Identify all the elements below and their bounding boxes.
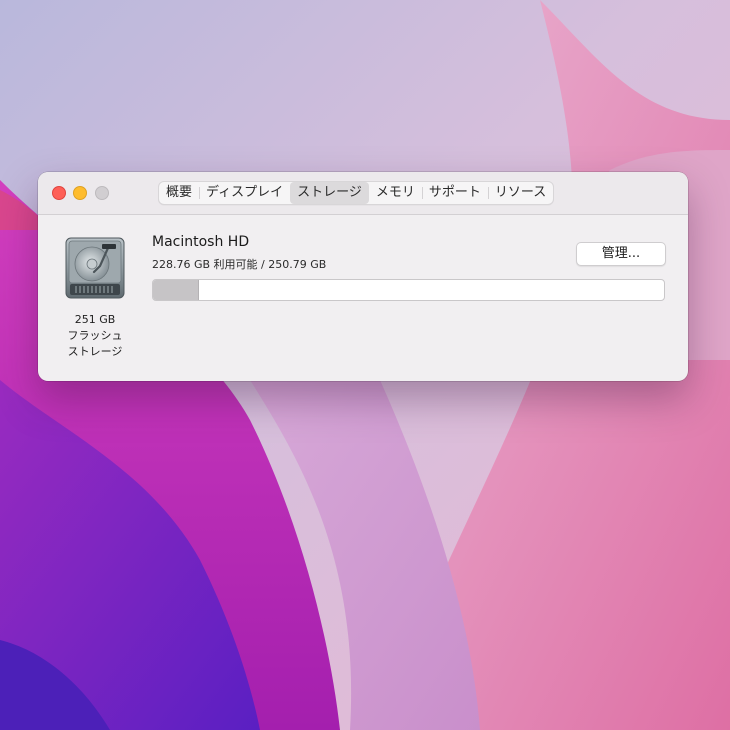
tab-storage[interactable]: ストレージ — [290, 182, 369, 204]
tab-displays[interactable]: ディスプレイ — [199, 182, 290, 204]
volume-availability: 228.76 GB 利用可能 / 250.79 GB — [152, 258, 327, 271]
volume-name: Macintosh HD — [152, 234, 250, 250]
about-this-mac-window: 概要 ディスプレイ ストレージ メモリ サポート リソース 251 GB フラッ… — [38, 172, 688, 381]
titlebar: 概要 ディスプレイ ストレージ メモリ サポート リソース — [38, 172, 688, 215]
tab-overview[interactable]: 概要 — [159, 182, 199, 204]
storage-used-segment — [153, 280, 199, 300]
tab-memory[interactable]: メモリ — [369, 182, 422, 204]
tab-resources[interactable]: リソース — [487, 182, 553, 204]
close-button[interactable] — [52, 186, 66, 200]
disk-caption: 251 GB フラッシュ ストレージ — [48, 312, 142, 360]
storage-usage-bar — [152, 279, 665, 301]
minimize-button[interactable] — [73, 186, 87, 200]
disk-type-line1: フラッシュ — [67, 329, 123, 342]
tab-bar: 概要 ディスプレイ ストレージ メモリ サポート リソース — [158, 181, 555, 205]
disk-type-line2: ストレージ — [67, 345, 123, 358]
tab-support[interactable]: サポート — [421, 182, 488, 204]
disk-capacity: 251 GB — [74, 313, 116, 326]
hard-drive-icon — [65, 237, 125, 299]
manage-button[interactable]: 管理... — [576, 242, 666, 266]
zoom-button[interactable] — [95, 186, 109, 200]
